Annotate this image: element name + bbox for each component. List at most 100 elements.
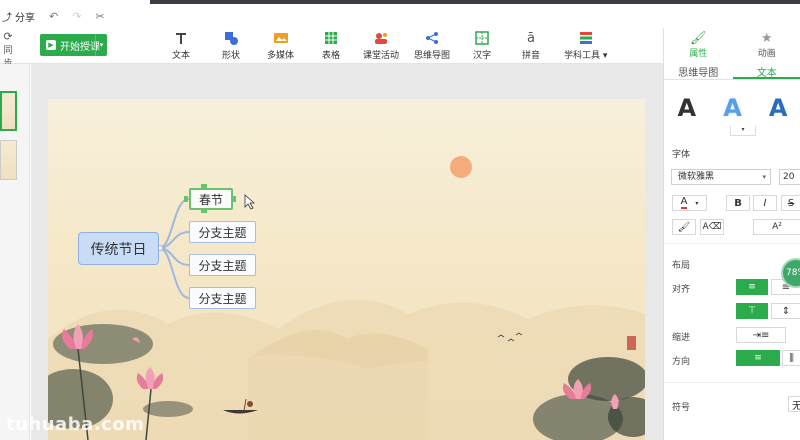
mindmap-central-topic[interactable]: 传统节日	[78, 232, 159, 265]
tool-hanzi-label: 汉字	[473, 51, 492, 61]
title-actions: ↶ ↷ ✂	[49, 10, 105, 23]
properties-panel: 🖌 属性 ★ 动画 思维导图 文本 A A A ▾ 字体 微软雅黑 ▾ 20 A…	[663, 28, 800, 440]
tool-pinyin[interactable]: ā 拼音	[522, 30, 541, 62]
play-icon: ▶	[46, 40, 56, 50]
undo-icon[interactable]: ↶	[49, 10, 58, 23]
start-teaching-label: 开始授课	[60, 41, 100, 53]
tool-text[interactable]: 文本	[172, 30, 190, 61]
start-dropdown-icon[interactable]: ▾	[95, 34, 107, 56]
tool-subject[interactable]: 学科工具 ▾	[564, 30, 607, 61]
shape-icon	[224, 30, 238, 46]
symbol-select[interactable]: 无	[788, 396, 800, 412]
mindmap-branch[interactable]: 分支主题	[189, 254, 256, 276]
mindmap-branch[interactable]: 分支主题	[189, 221, 256, 243]
paint-brush-icon: 🖌	[677, 221, 691, 233]
subject-tools-icon	[579, 30, 593, 46]
tab-animation[interactable]: ★ 动画	[733, 28, 800, 62]
font-section-label: 字体	[672, 150, 691, 160]
table-icon	[324, 30, 338, 46]
superscript-button[interactable]: A²	[753, 219, 800, 235]
font-color-button[interactable]: A ▾	[672, 195, 707, 211]
star-icon: ★	[760, 31, 773, 46]
tool-activity-label: 课堂活动	[363, 51, 400, 61]
tool-shape[interactable]: 形状	[222, 30, 240, 61]
indent-icon: ⇥≡	[752, 329, 770, 341]
watermark: tuhuaba.com	[6, 414, 145, 435]
section-divider	[664, 382, 800, 383]
symbol-label: 符号	[672, 403, 691, 413]
start-teaching-button[interactable]: ▶ 开始授课 ▾	[40, 34, 107, 56]
panel-subtabs: 思维导图 文本	[664, 62, 800, 80]
tool-table-label: 表格	[322, 51, 341, 61]
align-left-button[interactable]: ≡	[736, 279, 768, 295]
slide-thumbnail[interactable]	[0, 91, 17, 131]
align-top-icon: ⊤	[748, 306, 756, 316]
indent-increase-button[interactable]: ⇥≡	[736, 327, 786, 343]
align-label: 对齐	[672, 285, 691, 295]
tool-mindmap-label: 思维导图	[414, 51, 451, 61]
mindmap-icon	[425, 30, 439, 46]
horizontal-text-icon: ≡	[754, 353, 762, 363]
format-painter-button[interactable]: 🖌	[672, 219, 696, 235]
tool-shape-label: 形状	[222, 51, 241, 61]
media-icon	[273, 30, 289, 46]
eraser-icon: A⌫	[702, 222, 722, 232]
text-icon	[174, 30, 188, 46]
direction-vertical-button[interactable]: ⫼	[782, 350, 800, 366]
direction-horizontal-button[interactable]: ≡	[736, 350, 780, 366]
slide-thumbnail[interactable]	[0, 140, 17, 180]
pinyin-icon: ā	[527, 30, 535, 46]
clear-format-button[interactable]: A⌫	[700, 219, 724, 235]
share-button[interactable]: ⤴ 分享	[0, 9, 35, 24]
bold-button[interactable]: B	[726, 195, 750, 211]
direction-label: 方向	[672, 357, 691, 367]
mindmap-branch[interactable]: 分支主题	[189, 287, 256, 309]
align-left-icon: ≡	[748, 282, 756, 292]
italic-button[interactable]: I	[753, 195, 777, 211]
section-divider	[664, 243, 800, 244]
style-more-icon[interactable]: ▾	[730, 126, 756, 136]
tab-properties[interactable]: 🖌 属性	[664, 28, 733, 62]
redo-icon[interactable]: ↷	[72, 10, 81, 23]
font-color-icon: A	[680, 196, 688, 209]
tool-table[interactable]: 表格	[322, 30, 340, 61]
strikethrough-button[interactable]: S	[781, 195, 800, 211]
chevron-down-icon: ▾	[695, 199, 699, 207]
subtab-text[interactable]: 文本	[732, 62, 800, 79]
tool-hanzi[interactable]: 汉字	[473, 30, 491, 61]
font-family-select[interactable]: 微软雅黑 ▾	[671, 169, 771, 185]
tool-subject-label: 学科工具 ▾	[564, 51, 608, 61]
mindmap-branch-selected[interactable]: 春节	[189, 188, 233, 210]
tool-activity[interactable]: 课堂活动	[363, 30, 399, 61]
panel-tabs: 🖌 属性 ★ 动画	[664, 28, 800, 62]
activity-icon	[373, 30, 389, 46]
font-size-input[interactable]: 20	[779, 169, 800, 185]
share-icon: ⤴	[2, 12, 12, 24]
hanzi-icon	[475, 30, 489, 46]
vertical-text-icon: ⫼	[789, 352, 794, 364]
text-style-outline[interactable]: A	[723, 94, 742, 122]
slide-thumbnails	[0, 64, 30, 440]
title-row: ⤴ 分享 ↶ ↷ ✂	[0, 4, 800, 28]
tab-properties-label: 属性	[689, 49, 708, 59]
indent-label: 缩进	[672, 333, 691, 343]
slide[interactable]: 传统节日 春节 分支主题 分支主题 分支主题	[48, 99, 645, 440]
tool-text-label: 文本	[172, 51, 191, 61]
text-style-plain[interactable]: A	[678, 94, 697, 122]
sync-icon: ⟳	[3, 30, 13, 43]
tool-mindmap[interactable]: 思维导图	[414, 30, 450, 61]
align-top-button[interactable]: ⊤	[736, 303, 768, 319]
align-middle-icon: ⇕	[781, 305, 791, 317]
brush-icon: 🖌	[689, 31, 707, 46]
scissors-icon[interactable]: ✂	[95, 10, 104, 23]
chevron-down-icon: ▾	[762, 173, 766, 181]
text-style-gradient[interactable]: A	[769, 94, 788, 122]
align-middle-button[interactable]: ⇕	[771, 303, 800, 319]
text-style-presets: A A A	[664, 92, 800, 124]
tool-pinyin-label: 拼音	[522, 51, 541, 61]
subtab-mindmap[interactable]: 思维导图	[664, 62, 733, 79]
tool-media[interactable]: 多媒体	[267, 30, 294, 61]
layout-section-label: 布局	[672, 261, 691, 271]
main-toolbar: ⟳ 同步 ▶ 开始授课 ▾ 文本 形状 多媒体 表格 课堂活动 思维导图 汉字 …	[0, 28, 663, 69]
slide-background-art	[48, 156, 645, 440]
